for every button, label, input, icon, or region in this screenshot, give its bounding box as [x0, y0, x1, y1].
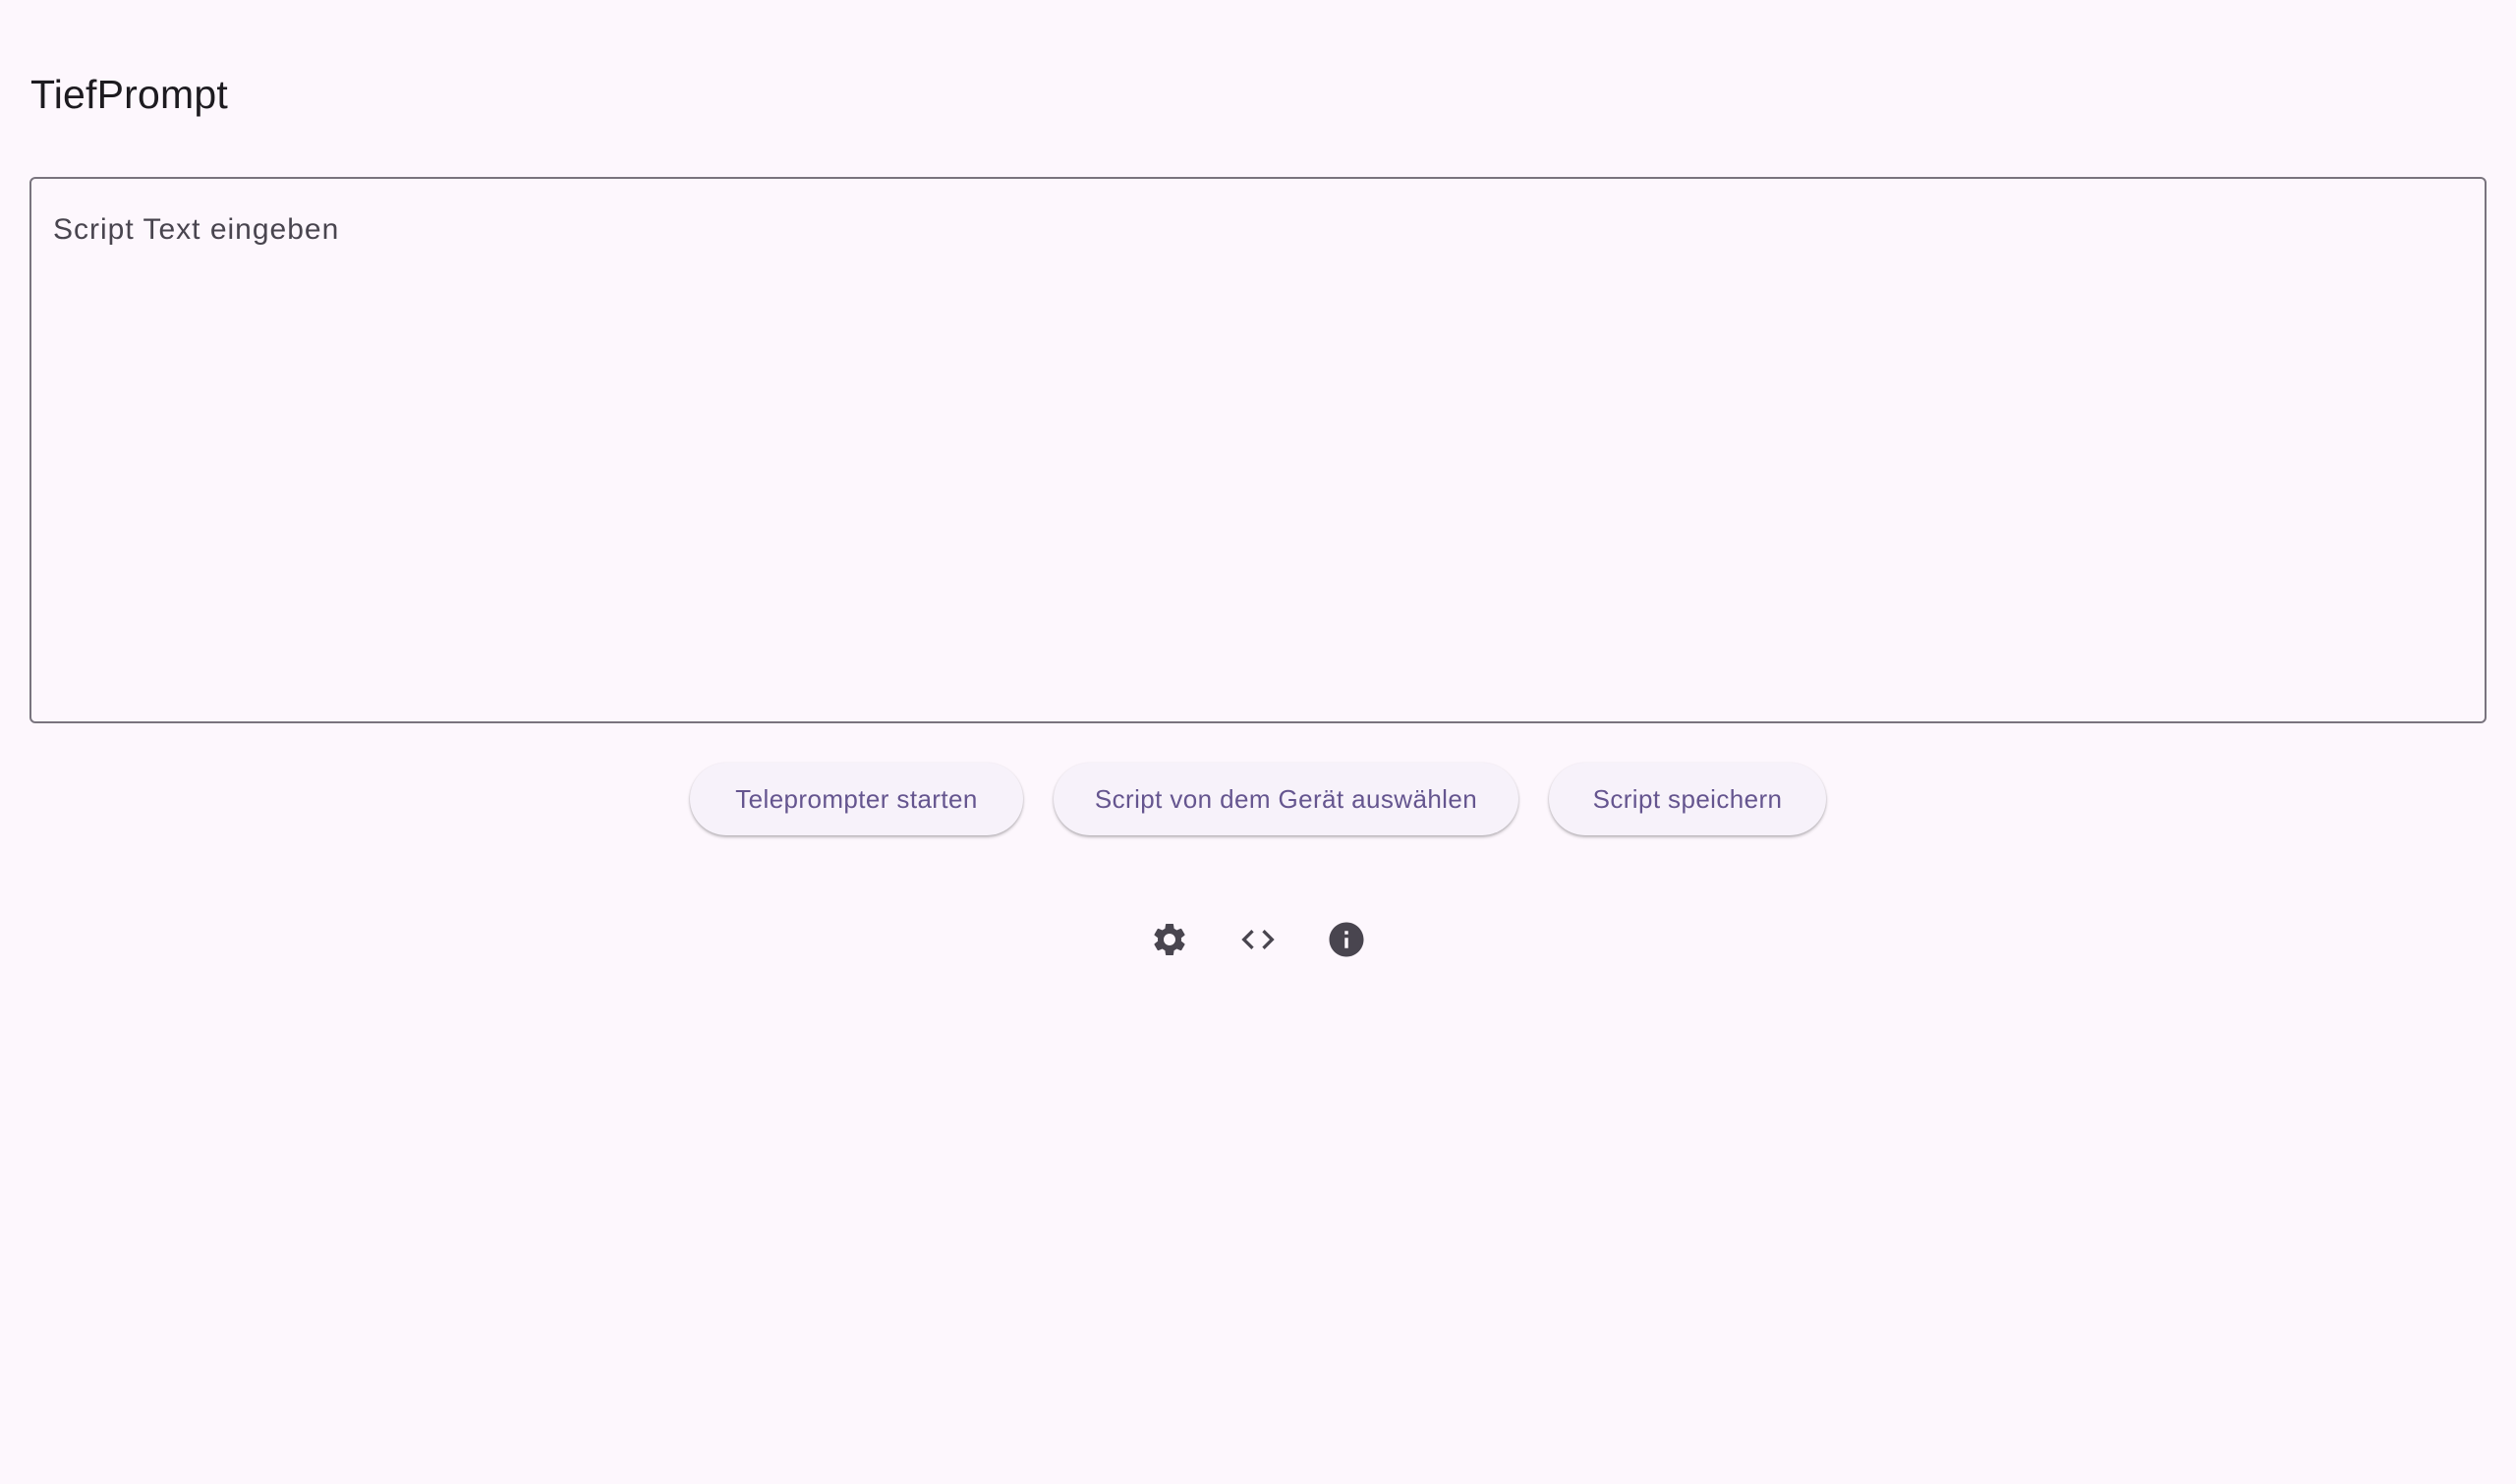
start-teleprompter-button[interactable]: Teleprompter starten	[690, 763, 1023, 835]
script-text-input[interactable]	[31, 179, 2485, 721]
action-button-row: Teleprompter starten Script von dem Gerä…	[0, 763, 2516, 835]
app-title: TiefPrompt	[30, 72, 228, 117]
save-script-button[interactable]: Script speichern	[1549, 763, 1826, 835]
info-icon[interactable]	[1321, 914, 1372, 965]
load-script-button[interactable]: Script von dem Gerät auswählen	[1054, 763, 1518, 835]
script-text-field[interactable]	[29, 177, 2487, 723]
code-icon[interactable]	[1232, 914, 1284, 965]
footer-icon-row	[0, 914, 2516, 965]
gear-icon[interactable]	[1144, 914, 1195, 965]
